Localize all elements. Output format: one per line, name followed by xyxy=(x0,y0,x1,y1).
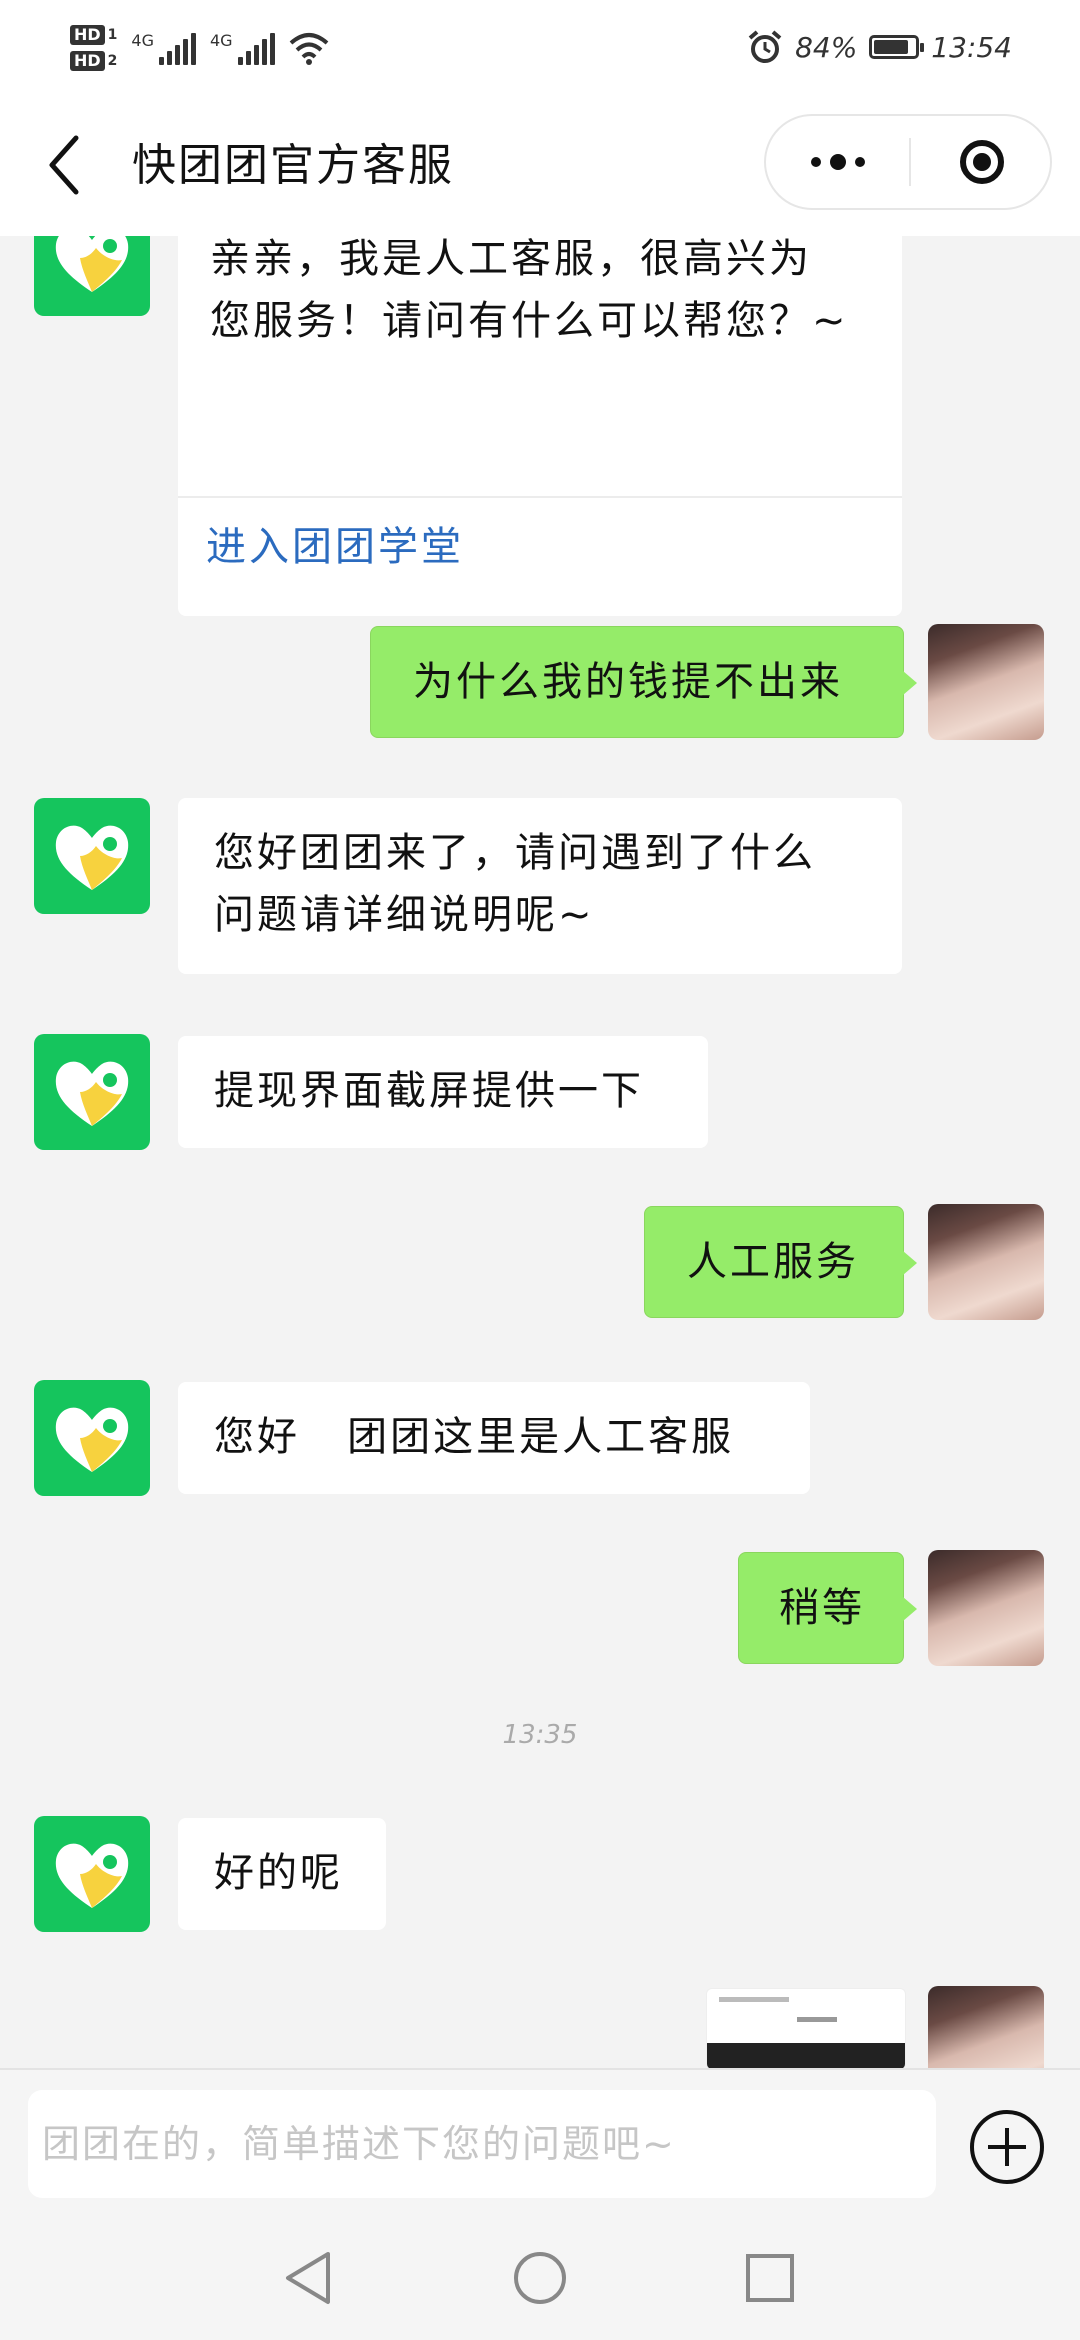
network2-label: 4G xyxy=(210,31,233,50)
input-area xyxy=(0,2068,1080,2216)
bot-logo-icon xyxy=(55,825,129,890)
message-input[interactable] xyxy=(28,2090,936,2198)
chat-area[interactable]: 亲亲，我是人工客服，很高兴为您服务！请问有什么可以帮您？~ 进入团团学堂 为什么… xyxy=(0,236,1080,2068)
recents-square-icon[interactable] xyxy=(730,2238,810,2318)
network1-label: 4G xyxy=(131,31,154,50)
bot-avatar[interactable] xyxy=(34,1034,150,1150)
page-title: 快团团官方客服 xyxy=(132,140,454,191)
bot-avatar[interactable] xyxy=(34,236,150,316)
user-avatar[interactable] xyxy=(928,1204,1044,1320)
sim1-indicator: HD 1 xyxy=(70,25,117,45)
status-left: HD 1 HD 2 4G 4G xyxy=(70,18,329,78)
user-avatar[interactable] xyxy=(928,624,1044,740)
battery-icon xyxy=(869,35,925,59)
user-avatar[interactable] xyxy=(928,1986,1044,2068)
message-bubble: 您好团团来了，请问遇到了什么问题请详细说明呢~ xyxy=(178,798,902,974)
message-text: 亲亲，我是人工客服，很高兴为您服务！请问有什么可以帮您？~ xyxy=(210,236,849,344)
battery-fill xyxy=(874,40,908,54)
more-icon-center xyxy=(829,154,846,170)
bot-logo-icon xyxy=(55,1407,129,1472)
message-text: 您好团团来了，请问遇到了什么问题请详细说明呢~ xyxy=(214,830,816,938)
status-right: 84% 13:54 xyxy=(747,22,1012,72)
thumbnail-detail xyxy=(707,2043,905,2068)
bot-avatar[interactable] xyxy=(34,798,150,914)
message-bubble: 亲亲，我是人工客服，很高兴为您服务！请问有什么可以帮您？~ 进入团团学堂 xyxy=(178,236,902,616)
sim2-indicator: HD 2 xyxy=(70,51,117,71)
more-button[interactable] xyxy=(766,116,909,208)
add-attachment-button[interactable] xyxy=(970,2110,1044,2184)
message-text: 人工服务 xyxy=(687,1239,859,1285)
wifi-icon xyxy=(289,33,328,65)
bot-logo-icon xyxy=(55,236,129,292)
message-timestamp: 13:35 xyxy=(502,1720,578,1750)
sim1-hd-badge: HD xyxy=(70,25,105,45)
signal2-icon: 4G xyxy=(210,31,275,65)
message-bubble: 稍等 xyxy=(738,1552,917,1664)
home-circle-icon[interactable] xyxy=(500,2238,580,2318)
sent-image-thumbnail[interactable] xyxy=(706,1988,906,2068)
message-text: 提现界面截屏提供一下 xyxy=(214,1068,644,1114)
back-arrow-icon[interactable] xyxy=(40,130,90,200)
battery-percent: 84% xyxy=(795,30,858,64)
close-mini-program-icon xyxy=(959,140,1004,184)
bot-logo-icon xyxy=(55,1061,129,1126)
ring-center-dot xyxy=(972,153,991,171)
thumbnail-detail xyxy=(719,1997,789,2002)
close-mini-program-button[interactable] xyxy=(911,116,1052,208)
status-bar: HD 1 HD 2 4G 4G 84% 13:54 xyxy=(0,0,1080,96)
sim1-index: 1 xyxy=(107,27,118,43)
bot-avatar[interactable] xyxy=(34,1380,150,1496)
more-icon-right xyxy=(854,157,865,167)
enter-academy-link[interactable]: 进入团团学堂 xyxy=(206,516,464,578)
back-triangle-icon[interactable] xyxy=(270,2238,350,2318)
message-text: 稍等 xyxy=(779,1585,865,1631)
signal1-icon: 4G xyxy=(131,31,196,65)
bot-logo-icon xyxy=(55,1843,129,1908)
message-bubble: 提现界面截屏提供一下 xyxy=(178,1036,708,1148)
message-bubble: 好的呢 xyxy=(178,1818,386,1930)
sim2-index: 2 xyxy=(107,53,118,69)
message-text: 为什么我的钱提不出来 xyxy=(413,659,843,705)
sim-indicators: HD 1 HD 2 xyxy=(70,25,117,71)
bot-avatar[interactable] xyxy=(34,1816,150,1932)
message-text: 您好 团团这里是人工客服 xyxy=(214,1414,735,1460)
mini-program-capsule xyxy=(764,114,1052,210)
message-text: 好的呢 xyxy=(214,1850,343,1896)
alarm-icon xyxy=(748,30,782,63)
user-avatar[interactable] xyxy=(928,1550,1044,1666)
more-icon xyxy=(810,157,821,167)
status-time: 13:54 xyxy=(931,30,1012,64)
thumbnail-detail xyxy=(797,2017,837,2022)
message-bubble: 人工服务 xyxy=(644,1206,917,1318)
card-divider xyxy=(178,496,902,498)
system-nav-bar xyxy=(0,2216,1080,2340)
message-bubble: 为什么我的钱提不出来 xyxy=(370,626,917,738)
message-bubble: 您好 团团这里是人工客服 xyxy=(178,1382,810,1494)
title-bar: 快团团官方客服 xyxy=(0,96,1080,236)
sim2-hd-badge: HD xyxy=(70,51,105,71)
